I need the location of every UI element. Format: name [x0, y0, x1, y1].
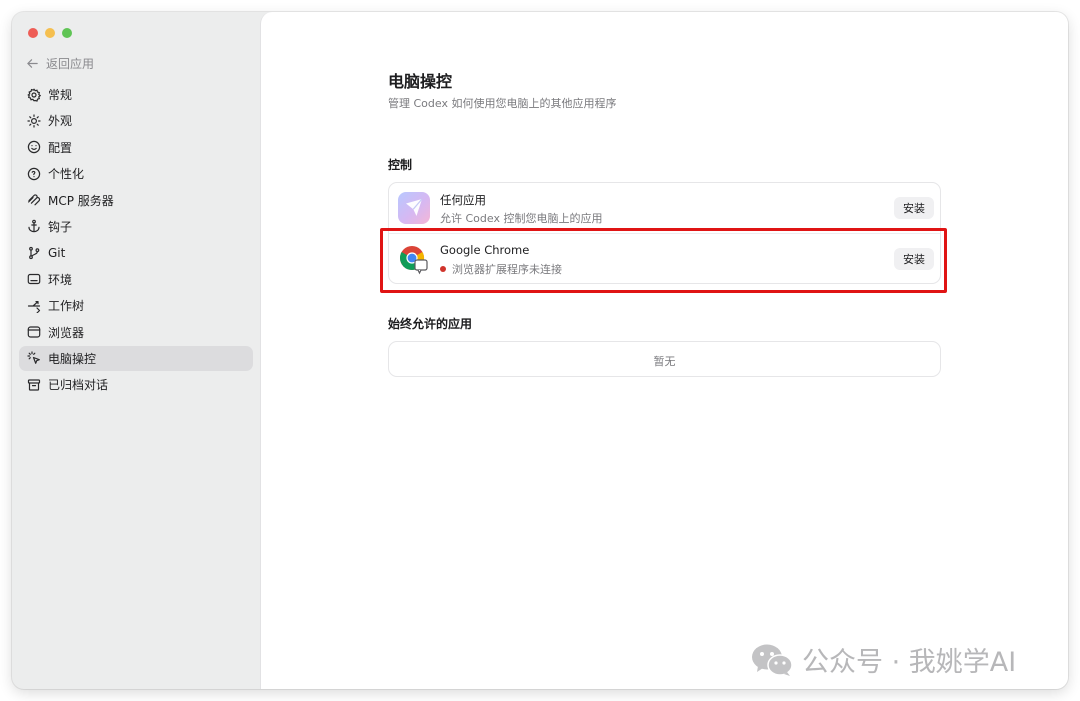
sidebar-item-environment[interactable]: 环境: [19, 267, 253, 292]
worktree-icon: [27, 300, 41, 313]
page-subtitle: 管理 Codex 如何使用您电脑上的其他应用程序: [388, 97, 617, 110]
sidebar-item-label: 个性化: [48, 167, 85, 182]
sun-icon: [27, 114, 41, 128]
any-app-subtitle: 允许 Codex 控制您电脑上的应用: [440, 210, 602, 226]
sidebar-item-label: MCP 服务器: [48, 193, 114, 208]
pointer-icon: [27, 351, 40, 365]
page-title: 电脑操控: [388, 72, 453, 91]
close-window-button[interactable]: [28, 28, 38, 38]
sidebar-item-label: 常规: [48, 88, 73, 102]
watermark-text: 公众号 · 我姚学AI: [802, 647, 1017, 678]
sidebar-item-computer-control[interactable]: 电脑操控: [19, 345, 253, 371]
any-app-row: 任何应用 允许 Codex 控制您电脑上的应用 安装: [389, 183, 940, 233]
app-window: 返回应用 常规 外观 配置 个性化 MCP 服务器 钩子 Git 环境 工作树 …: [12, 12, 1068, 689]
wechat-icon: [752, 644, 793, 676]
archive-icon: [27, 379, 41, 391]
paper-plane-app-icon: [398, 192, 430, 224]
sidebar-item-label: 环境: [48, 272, 73, 287]
sidebar-item-archived[interactable]: 已归档对话: [19, 372, 253, 397]
always-allowed-section-label: 始终允许的应用: [388, 317, 473, 331]
sidebar-item-browser[interactable]: 浏览器: [19, 320, 253, 345]
minimize-window-button[interactable]: [45, 28, 55, 38]
sidebar-item-appearance[interactable]: 外观: [19, 108, 253, 133]
sidebar-item-personalize[interactable]: 个性化: [19, 161, 253, 186]
back-label: 返回应用: [46, 56, 95, 71]
empty-state-text: 暂无: [653, 355, 676, 368]
any-app-subtitle-text: 允许 Codex 控制您电脑上的应用: [440, 212, 603, 225]
mcp-icon: [28, 194, 41, 206]
sidebar-item-label: 浏览器: [48, 325, 85, 340]
config-icon: [27, 141, 41, 154]
gear-icon: [27, 87, 41, 102]
sidebar: 返回应用 常规 外观 配置 个性化 MCP 服务器 钩子 Git 环境 工作树 …: [12, 12, 260, 689]
browser-icon: [27, 326, 41, 338]
sidebar-item-git[interactable]: Git: [19, 240, 253, 265]
git-branch-icon: [29, 246, 40, 259]
terminal-icon: [27, 274, 41, 285]
sidebar-item-label: Git: [48, 245, 66, 260]
window-controls: [28, 28, 72, 38]
watermark: 公众号 · 我姚学AI: [750, 640, 1016, 679]
sidebar-item-label: 外观: [48, 114, 73, 129]
highlight-annotation-box: [380, 228, 947, 293]
sidebar-item-label: 配置: [48, 140, 73, 155]
sidebar-item-worktree[interactable]: 工作树: [19, 293, 253, 318]
zoom-window-button[interactable]: [62, 28, 72, 38]
settings-nav: 常规 外观 配置 个性化 MCP 服务器 钩子 Git 环境 工作树 浏览器 电…: [19, 82, 253, 399]
sidebar-item-label: 电脑操控: [48, 351, 97, 366]
arrow-left-icon: [27, 58, 38, 68]
sidebar-item-general[interactable]: 常规: [19, 82, 253, 107]
settings-content: 电脑操控 管理 Codex 如何使用您电脑上的其他应用程序 控制 任何应用 允许…: [260, 12, 1068, 689]
sidebar-item-label: 钩子: [48, 219, 73, 234]
sidebar-item-hooks[interactable]: 钩子: [19, 214, 253, 239]
any-app-title: 任何应用: [440, 193, 486, 207]
always-allowed-card: 暂无: [388, 341, 941, 377]
personalize-icon: [27, 167, 41, 180]
install-any-app-button[interactable]: 安装: [894, 197, 934, 219]
sidebar-item-label: 已归档对话: [48, 378, 109, 393]
anchor-icon: [28, 220, 40, 233]
sidebar-item-config[interactable]: 配置: [19, 135, 253, 160]
sidebar-item-label: 工作树: [48, 299, 85, 314]
control-section-label: 控制: [388, 158, 413, 172]
back-to-app-button[interactable]: 返回应用: [26, 53, 94, 73]
sidebar-item-mcp[interactable]: MCP 服务器: [19, 188, 253, 213]
